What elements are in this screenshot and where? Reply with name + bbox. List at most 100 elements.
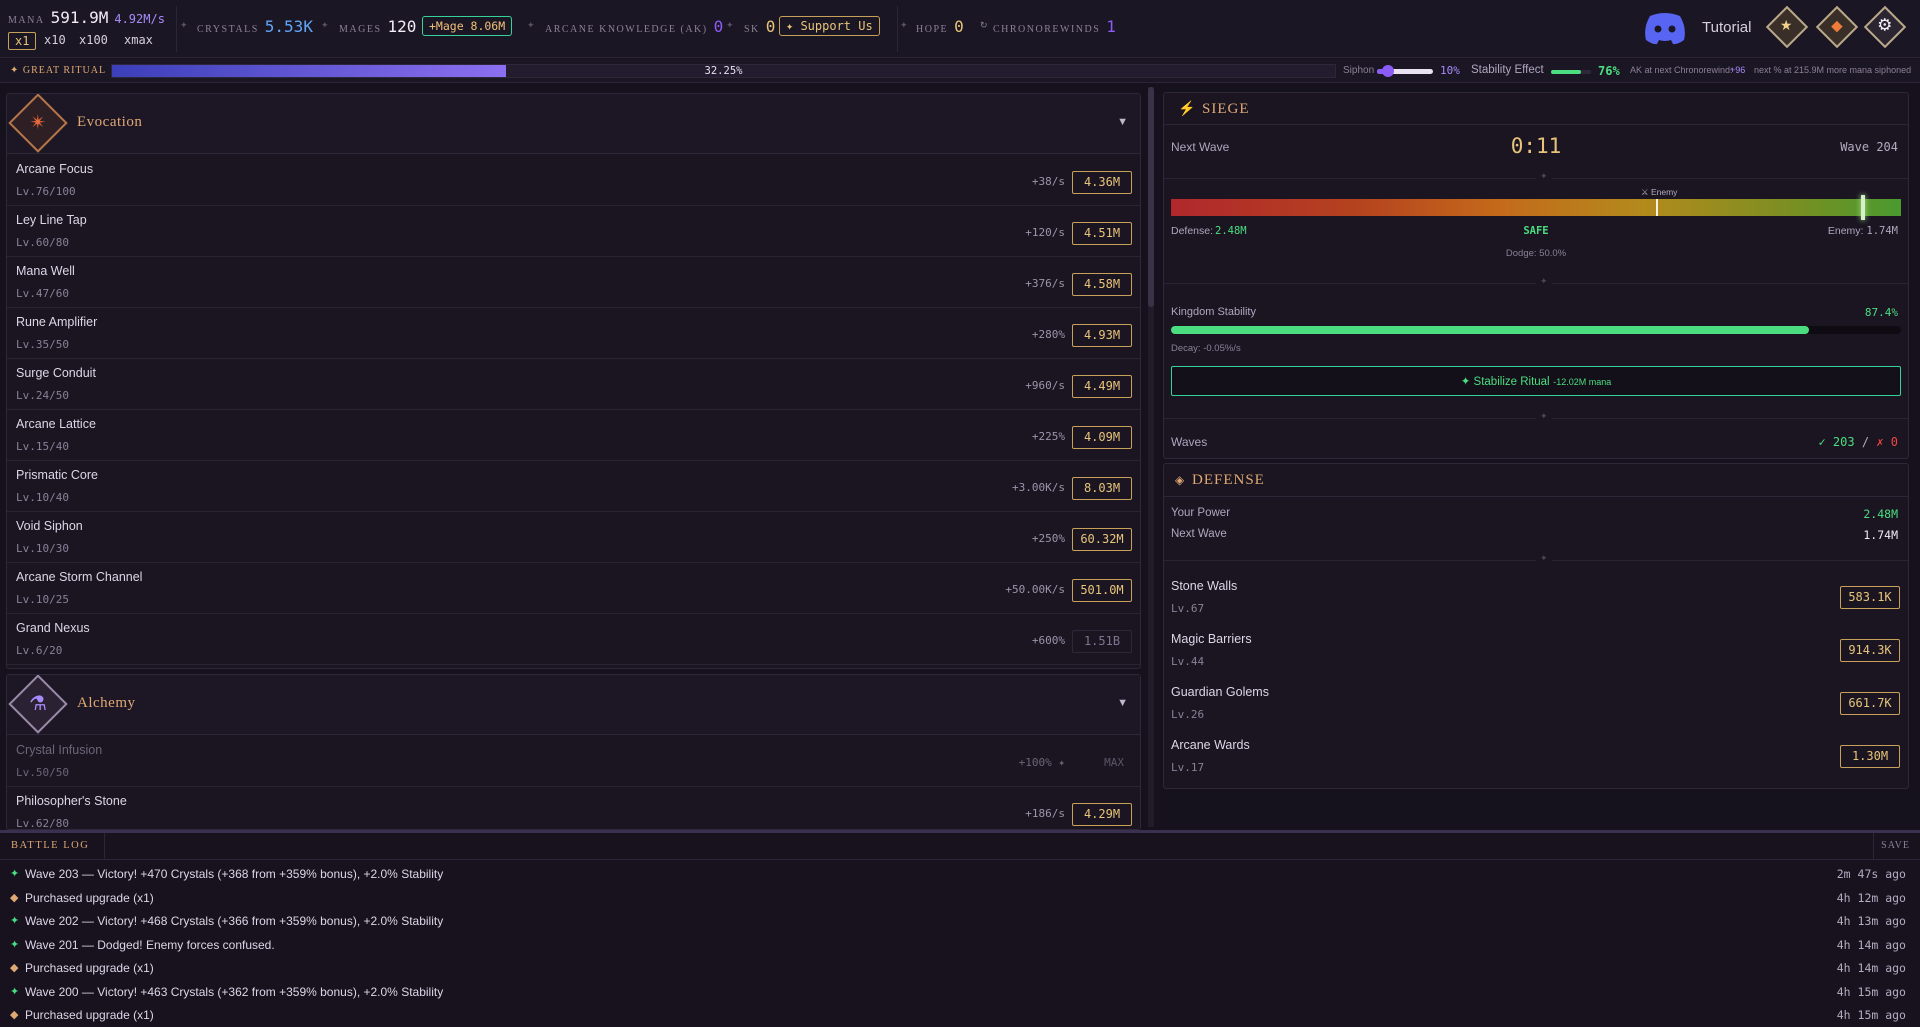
log-time: 4h 14m ago (1836, 937, 1906, 952)
gear-icon[interactable]: ⚙ (1863, 5, 1907, 49)
alchemy-panel: ⚗ Alchemy ▼ Crystal Infusion Lv.50/50 +100… (6, 674, 1141, 830)
buy-upgrade-button[interactable]: 4.51M (1072, 222, 1132, 245)
buy-upgrade-button[interactable]: 8.03M (1072, 477, 1132, 500)
divider: ✦ (1164, 553, 1908, 564)
siege-status: SAFE (1523, 225, 1549, 237)
chevron-down-icon[interactable]: ▼ (1117, 116, 1128, 128)
log-text: Wave 203 — Victory! +470 Crystals (+368 … (25, 867, 444, 881)
upgrade-level: Lv.10/25 (16, 593, 69, 606)
buy-upgrade-button[interactable]: 4.93M (1072, 324, 1132, 347)
buy-upgrade-button[interactable]: 4.49M (1072, 375, 1132, 398)
upgrade-name: Grand Nexus (16, 621, 90, 635)
upgrade-name: Arcane Focus (16, 162, 94, 176)
faction-shield-icon[interactable]: ◆ (1815, 5, 1859, 49)
upgrade-row[interactable]: Grand Nexus Lv.6/20 +600% 1.51B (7, 614, 1140, 665)
buy-defense-button[interactable]: 583.1K (1840, 586, 1900, 609)
divider: ✦ (1164, 411, 1908, 422)
next-wave-power-value: 1.74M (1863, 528, 1898, 542)
ritual-progress-track: 32.25% (111, 64, 1336, 78)
upgrade-level: Lv.76/100 (16, 185, 76, 198)
hope-label: HOPE (916, 24, 949, 35)
siphon-slider-knob[interactable] (1382, 65, 1395, 77)
waves-separator: / (1861, 435, 1870, 449)
evocation-header[interactable]: ✴ Evocation ▼ (7, 94, 1140, 154)
defense-name: Stone Walls (1171, 579, 1238, 593)
enemy-marker-label: ⚔ Enemy (1641, 187, 1678, 197)
enemy-label: Enemy: (1827, 225, 1864, 237)
mana-stat: MANA 591.9M 4.92M/s (8, 8, 165, 27)
mana-label: MANA (8, 15, 45, 26)
kingdom-stability-label: Kingdom Stability (1171, 306, 1256, 318)
stabilize-ritual-button[interactable]: ✦ Stabilize Ritual -12.02M mana (1171, 366, 1901, 396)
buy-upgrade-button[interactable]: 4.58M (1072, 273, 1132, 296)
log-time: 4h 12m ago (1836, 890, 1906, 905)
upgrade-row[interactable]: Arcane Focus Lv.76/100 +38/s 4.36M (7, 155, 1140, 206)
defense-panel: ◈ DEFENSE Your Power 2.48M Next Wave 1.7… (1163, 463, 1909, 789)
defense-row[interactable]: Arcane Wards Lv.17 1.30M (1164, 733, 1908, 785)
defense-row[interactable]: Stone Walls Lv.67 583.1K (1164, 574, 1908, 626)
siege-panel: ⚡ SIEGE Next Wave 0:11 Wave 204 ✦ ⚔ Enem… (1163, 92, 1909, 459)
defense-level: Lv.67 (1171, 602, 1205, 615)
tutorial-link[interactable]: Tutorial (1702, 19, 1751, 36)
waves-won: ✓ 203 (1818, 435, 1855, 449)
buy-upgrade-button[interactable]: 4.36M (1072, 171, 1132, 194)
multiplier-xmax[interactable]: xmax (118, 32, 159, 48)
add-mage-button[interactable]: +Mage 8.06M (422, 16, 513, 36)
kingdom-stability-bar (1171, 326, 1901, 334)
upgrade-row[interactable]: Mana Well Lv.47/60 +376/s 4.58M (7, 257, 1140, 308)
log-text: Wave 200 — Victory! +463 Crystals (+362 … (25, 984, 444, 999)
log-time: 2m 47s ago (1836, 867, 1906, 881)
multiplier-x1[interactable]: x1 (8, 32, 37, 50)
mages-stat: MAGES 120 (339, 17, 416, 36)
log-text: Purchased upgrade (x1) (25, 890, 154, 905)
top-bar: MANA 591.9M 4.92M/s x1 x10 x100 xmax ✦ C… (0, 0, 1920, 58)
buy-upgrade-button[interactable]: 4.09M (1072, 426, 1132, 449)
buy-defense-button[interactable]: 1.30M (1840, 745, 1900, 768)
mana-rate: 4.92M/s (114, 12, 165, 26)
left-scrollbar[interactable] (1148, 87, 1154, 827)
multiplier-x100[interactable]: x100 (73, 32, 114, 48)
crystals-label: CRYSTALS (197, 24, 259, 35)
multiplier-x10[interactable]: x10 (38, 32, 72, 48)
chronorewinds-value: 1 (1106, 17, 1116, 36)
buy-upgrade-button[interactable]: 60.32M (1072, 528, 1132, 551)
siphon-label: Siphon (1343, 65, 1375, 76)
save-button[interactable]: SAVE (1881, 840, 1910, 851)
upgrade-level: Lv.60/80 (16, 236, 69, 249)
next-wave-power-label: Next Wave (1171, 528, 1227, 540)
upgrade-row[interactable]: Surge Conduit Lv.24/50 +960/s 4.49M (7, 359, 1140, 410)
chevron-down-icon[interactable]: ▼ (1117, 697, 1128, 709)
upgrade-row[interactable]: Arcane Lattice Lv.15/40 +225% 4.09M (7, 410, 1140, 461)
upgrade-row[interactable]: Philosopher's Stone Lv.62/80 +186/s 4.29M (7, 787, 1140, 829)
buy-upgrade-button[interactable]: 4.29M (1072, 803, 1132, 826)
upgrade-row[interactable]: Void Siphon Lv.10/30 +250% 60.32M (7, 512, 1140, 563)
defense-row[interactable]: Magic Barriers Lv.44 914.3K (1164, 627, 1908, 679)
buy-defense-button[interactable]: 661.7K (1840, 692, 1900, 715)
log-text: Purchased upgrade (x1) (25, 1008, 154, 1022)
discord-icon[interactable] (1641, 10, 1689, 46)
upgrade-effect: +186/s (1025, 807, 1065, 820)
alchemy-header[interactable]: ⚗ Alchemy ▼ (7, 675, 1140, 735)
upgrade-row[interactable]: Arcane Storm Channel Lv.10/25 +50.00K/s 501… (7, 563, 1140, 614)
siphon-slider[interactable] (1377, 65, 1433, 77)
buy-upgrade-button[interactable]: 501.0M (1072, 579, 1132, 602)
upgrade-row[interactable]: Rune Amplifier Lv.35/50 +280% 4.93M (7, 308, 1140, 359)
upgrade-row[interactable]: Prismatic Core Lv.10/40 +3.00K/s 8.03M (7, 461, 1140, 512)
rank-badge-icon[interactable]: ★ (1765, 5, 1809, 49)
defense-level: Lv.26 (1171, 708, 1205, 721)
hope-value: 0 (954, 17, 964, 36)
buy-upgrade-button[interactable]: 1.51B (1072, 630, 1132, 653)
divider (104, 833, 105, 860)
upgrade-row[interactable]: Ley Line Tap Lv.60/80 +120/s 4.51M (7, 206, 1140, 257)
buy-defense-button[interactable]: 914.3K (1840, 639, 1900, 662)
mana-value: 591.9M (50, 8, 109, 27)
victory-sparkle-icon: ✦ (10, 938, 20, 951)
alchemy-potion-icon: ⚗ (8, 675, 68, 734)
siphon-value: 10% (1440, 64, 1460, 77)
support-us-button[interactable]: ✦ Support Us (779, 16, 880, 36)
upgrade-effect: +50.00K/s (1005, 583, 1065, 596)
defense-row[interactable]: Guardian Golems Lv.26 661.7K (1164, 680, 1908, 732)
left-scrollbar-thumb[interactable] (1148, 87, 1154, 307)
alchemy-title: Alchemy (77, 695, 136, 711)
mages-value: 120 (387, 17, 417, 36)
